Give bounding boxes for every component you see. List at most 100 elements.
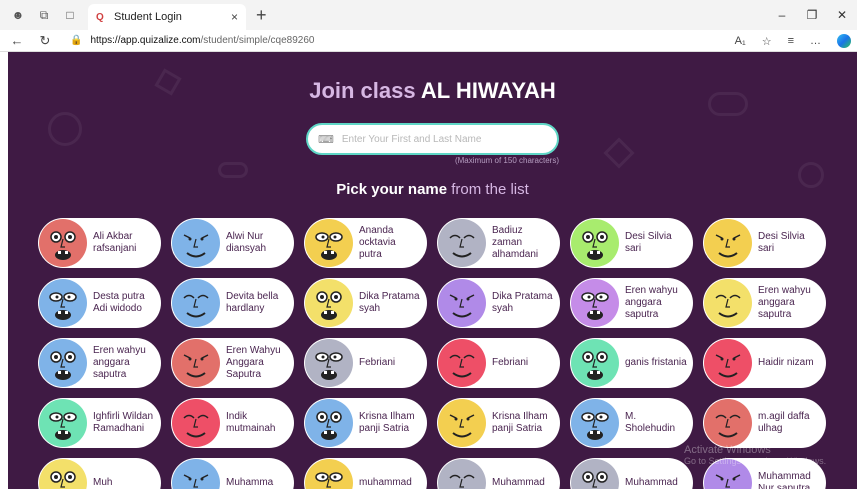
- background-doodle: [603, 137, 635, 169]
- monster-avatar-icon: [704, 399, 752, 447]
- student-name-card[interactable]: Muh: [38, 458, 161, 489]
- monster-avatar-icon: [704, 339, 752, 387]
- student-name-label: Krisna Ilham panji Satria: [359, 411, 415, 434]
- window-close-button[interactable]: ✕: [827, 8, 857, 22]
- student-name-label: Eren wahyu anggara saputra: [758, 285, 811, 320]
- student-name-card[interactable]: Eren wahyu anggara saputra: [38, 338, 161, 388]
- student-name-card[interactable]: Haidir nizam: [703, 338, 826, 388]
- student-name-label: Muhammad: [625, 477, 678, 488]
- student-name-card[interactable]: Ighfirli Wildan Ramadhani: [38, 398, 161, 448]
- monster-avatar-icon: [305, 399, 353, 447]
- student-name-label: Muhamma: [226, 477, 274, 488]
- monster-avatar-icon: [571, 399, 619, 447]
- student-name-label: Muhammad: [492, 477, 545, 488]
- student-name-label: Febriani: [492, 357, 529, 368]
- student-name-card[interactable]: Krisna Ilham panji Satria: [437, 398, 560, 448]
- student-name-card[interactable]: Muhammad: [570, 458, 693, 489]
- tab-close-icon[interactable]: ×: [231, 10, 238, 24]
- monster-avatar-icon: [305, 219, 353, 267]
- student-name-card[interactable]: Dika Pratama syah: [304, 278, 427, 328]
- student-name-card[interactable]: Alwi Nur diansyah: [171, 218, 294, 268]
- student-name-card[interactable]: Muhammad: [437, 458, 560, 489]
- monster-avatar-icon: [39, 399, 87, 447]
- favorites-icon[interactable]: ≡: [788, 35, 794, 47]
- student-name-card[interactable]: ganis fristania: [570, 338, 693, 388]
- student-name-card[interactable]: Ali Akbar rafsanjani: [38, 218, 161, 268]
- minimize-button[interactable]: –: [767, 8, 797, 22]
- student-name-card[interactable]: Febriani: [304, 338, 427, 388]
- tab-title: Student Login: [114, 11, 182, 23]
- student-name-label: muhammad: [359, 477, 412, 488]
- student-name-label: Desi Silvia sari: [758, 231, 805, 254]
- more-menu-icon[interactable]: …: [810, 35, 821, 47]
- student-name-label: Ighfirli Wildan Ramadhani: [93, 411, 154, 434]
- student-name-card[interactable]: Dika Pratama syah: [437, 278, 560, 328]
- pick-name-heading: Pick your name from the list: [8, 181, 857, 198]
- student-name-card[interactable]: Desta putra Adi widodo: [38, 278, 161, 328]
- student-name-label: m.agil daffa ulhag: [758, 411, 810, 434]
- edge-copilot-icon[interactable]: [837, 34, 851, 48]
- profile-icon[interactable]: ☻: [10, 7, 26, 23]
- student-name-card[interactable]: Desi Silvia sari: [703, 218, 826, 268]
- student-name-label: Muhammad Nur saputra: [758, 471, 811, 489]
- window-controls: – ❐ ✕: [767, 0, 857, 30]
- activate-windows-watermark: Activate Windows Go to Settings to activ…: [684, 444, 826, 466]
- monster-avatar-icon: [438, 279, 486, 327]
- monster-avatar-icon: [438, 459, 486, 489]
- monster-avatar-icon: [172, 279, 220, 327]
- name-input-wrapper: ⌨: [306, 123, 559, 155]
- student-name-label: Ananda ocktavia putra: [359, 225, 396, 260]
- student-name-label: Febriani: [359, 357, 396, 368]
- read-aloud-icon[interactable]: A₁: [735, 35, 746, 47]
- name-input[interactable]: [341, 133, 542, 145]
- student-name-card[interactable]: Eren Wahyu Anggara Saputra: [171, 338, 294, 388]
- student-name-card[interactable]: muhammad: [304, 458, 427, 489]
- new-tab-button[interactable]: +: [256, 5, 267, 26]
- monster-avatar-icon: [571, 279, 619, 327]
- quizalize-favicon-icon: Q: [96, 12, 104, 23]
- monster-avatar-icon: [305, 339, 353, 387]
- student-name-card[interactable]: Eren wahyu anggara saputra: [703, 278, 826, 328]
- monster-avatar-icon: [305, 279, 353, 327]
- tab-student-login[interactable]: Q Student Login ×: [88, 4, 246, 30]
- back-icon[interactable]: ←: [6, 33, 28, 48]
- student-name-card[interactable]: Muhamma: [171, 458, 294, 489]
- restore-button[interactable]: ❐: [797, 8, 827, 22]
- max-characters-hint: (Maximum of 150 characters): [454, 156, 559, 165]
- monster-avatar-icon: [704, 279, 752, 327]
- student-name-card[interactable]: m.agil daffa ulhag: [703, 398, 826, 448]
- student-name-label: Indik mutmainah: [226, 411, 276, 434]
- url-field[interactable]: 🔒 https://app.quizalize.com/student/simp…: [64, 31, 624, 51]
- student-name-label: Eren Wahyu Anggara Saputra: [226, 345, 281, 380]
- address-bar: ← ↻ 🔒 https://app.quizalize.com/student/…: [0, 30, 857, 52]
- watermark-sub: Go to Settings to activate Windows.: [684, 456, 827, 466]
- favorite-star-icon[interactable]: ☆: [762, 35, 772, 48]
- monster-avatar-icon: [438, 219, 486, 267]
- monster-avatar-icon: [571, 219, 619, 267]
- quiz-join-page: Join class AL HIWAYAH ⌨ (Maximum of 150 …: [8, 52, 857, 489]
- student-name-card[interactable]: Desi Silvia sari: [570, 218, 693, 268]
- student-name-label: Eren wahyu anggara saputra: [625, 285, 678, 320]
- pick-name-strong: Pick your name: [336, 181, 448, 198]
- student-name-card[interactable]: Devita bella hardlany: [171, 278, 294, 328]
- refresh-icon[interactable]: ↻: [34, 33, 56, 49]
- student-name-label: Dika Pratama syah: [492, 291, 553, 314]
- monster-avatar-icon: [571, 339, 619, 387]
- monster-avatar-icon: [704, 219, 752, 267]
- keyboard-icon: ⌨: [318, 133, 334, 146]
- student-name-label: Alwi Nur diansyah: [226, 231, 267, 254]
- student-name-label: Desta putra Adi widodo: [93, 291, 145, 314]
- workspaces-icon[interactable]: ⧉: [36, 7, 52, 23]
- tab-actions-icon[interactable]: □: [62, 7, 78, 23]
- student-name-card[interactable]: Eren wahyu anggara saputra: [570, 278, 693, 328]
- monster-avatar-icon: [172, 339, 220, 387]
- student-name-card[interactable]: Indik mutmainah: [171, 398, 294, 448]
- student-name-card[interactable]: M. Sholehudin: [570, 398, 693, 448]
- monster-avatar-icon: [39, 219, 87, 267]
- student-name-card[interactable]: Ananda ocktavia putra: [304, 218, 427, 268]
- student-name-label: Eren wahyu anggara saputra: [93, 345, 146, 380]
- student-name-card[interactable]: Badiuz zaman alhamdani: [437, 218, 560, 268]
- student-name-card[interactable]: Krisna Ilham panji Satria: [304, 398, 427, 448]
- monster-avatar-icon: [172, 459, 220, 489]
- student-name-card[interactable]: Febriani: [437, 338, 560, 388]
